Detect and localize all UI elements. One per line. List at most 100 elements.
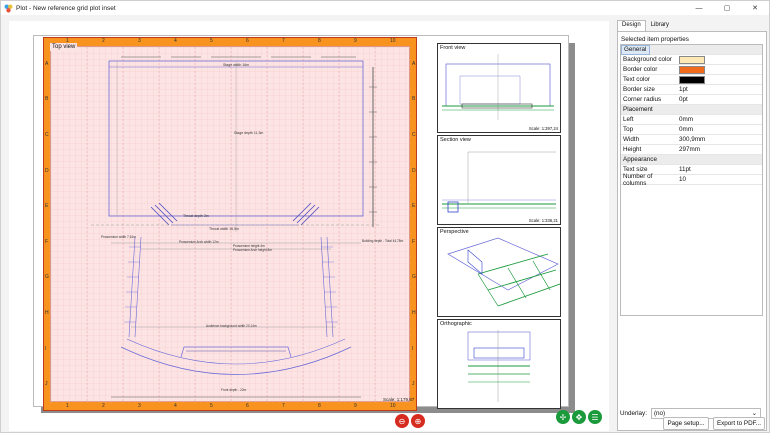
ruler-row-label: J (412, 381, 415, 388)
ruler-column-label: 9 (354, 38, 357, 44)
inset-section-view[interactable]: Section view Scale: 1:336,21 (437, 135, 561, 225)
zoom-out-button[interactable]: ⊖ (395, 414, 409, 428)
section-appearance[interactable]: Appearance (621, 155, 762, 165)
property-grid: General Background color Border color Te… (620, 44, 763, 316)
ruler-row-label: I (412, 345, 414, 352)
ruler-column-label: 2 (102, 38, 105, 44)
ruler-column-label: 3 (138, 403, 141, 409)
ruler-row-label: C (412, 132, 416, 138)
ruler-column-label: 3 (138, 38, 141, 44)
list-icon: ☰ (591, 412, 599, 422)
prop-border-color[interactable]: Border color (621, 65, 762, 75)
ruler-row-label: F (412, 238, 416, 245)
ruler-column-label: 9 (354, 403, 357, 409)
top-view-plot[interactable]: Stage width 16m Stage depth 11,3m Throat… (50, 46, 411, 403)
ruler-row-label: D (45, 167, 49, 174)
ruler-column-label: 5 (210, 38, 213, 44)
label-proscenium-width: Proscenium width 7,61m (101, 235, 136, 239)
orthographic-drawing (467, 330, 531, 402)
prop-corner-radius[interactable]: Corner radius 0pt (621, 95, 762, 105)
ruler-row-label: G (412, 274, 416, 281)
label-audience-width: Audience background width 20,14m (206, 324, 257, 328)
label-arch-height-2: Proscenium Arch height 8m (233, 248, 272, 252)
label-building-depth: Building depth - Total 44,78m (362, 239, 404, 243)
ruler-column-label: 8 (318, 38, 321, 44)
crosshair-icon: ✢ (559, 412, 567, 422)
prop-text-color[interactable]: Text color (621, 75, 762, 85)
zoom-in-button[interactable]: ⊕ (411, 414, 425, 428)
front-view-drawing (442, 54, 554, 120)
export-pdf-button[interactable]: Export to PDF... (713, 417, 765, 430)
prop-number-of-columns[interactable]: Number of columns 10 (621, 173, 762, 187)
top-view-drawing (51, 47, 411, 403)
ruler-column-label: 4 (174, 38, 177, 44)
close-button[interactable]: ✕ (741, 1, 769, 15)
app-icon (4, 4, 13, 12)
ruler-row-label: F (45, 238, 49, 245)
ruler-column-label: 8 (318, 403, 321, 409)
label-front-depth: Front depth - 22m (221, 388, 247, 392)
inset-scale: Scale: 1:336,21 (528, 218, 558, 223)
label-throat-width: Throat width 16,5m (209, 227, 239, 231)
ruler-row-label: E (412, 203, 416, 210)
zoom-in-icon: ⊕ (414, 416, 422, 426)
ruler-row-label: B (45, 96, 49, 103)
prop-top[interactable]: Top 0mm (621, 125, 762, 135)
prop-left[interactable]: Left 0mm (621, 115, 762, 125)
maximize-button[interactable]: ▢ (713, 1, 741, 15)
ruler-column-label: 2 (102, 403, 105, 409)
prop-height[interactable]: Height 297mm (621, 145, 762, 155)
perspective-drawing (447, 237, 560, 307)
ruler-row-label: D (412, 167, 416, 174)
ruler-row-label: I (45, 345, 47, 352)
minimize-button[interactable]: — (685, 1, 713, 15)
move-icon: ✥ (575, 412, 583, 422)
main-view-scale: Scale: 1:179,87 (383, 397, 415, 402)
move-inset-button[interactable]: ✥ (572, 410, 586, 424)
ruler-row-label: B (412, 96, 416, 103)
section-view-drawing (442, 151, 556, 213)
label-arch-width: Proscenium Arch width 12m (179, 240, 219, 244)
underlay-label: Underlay: (620, 410, 647, 417)
ruler-row-label: C (45, 132, 49, 138)
design-tab-body: Selected item properties General Backgro… (617, 31, 767, 431)
ruler-column-label: 6 (246, 38, 249, 44)
prop-border-size[interactable]: Border size 1pt (621, 85, 762, 95)
section-general[interactable]: General (621, 44, 762, 55)
plot-window: Plot - New reference grid plot inset — ▢… (0, 0, 770, 433)
border-color-swatch[interactable] (679, 65, 705, 74)
chevron-down-icon: ⌄ (751, 410, 757, 417)
label-stage-depth: Stage depth 11,3m (234, 131, 264, 135)
ruler-row-label: A (412, 60, 416, 67)
ruler-column-label: 10 (390, 38, 396, 44)
inset-perspective[interactable]: Perspective (437, 227, 561, 317)
window-title: Plot - New reference grid plot inset (16, 4, 116, 12)
ruler-column-label: 6 (246, 403, 249, 409)
label-stage-width: Stage width 16m (223, 63, 250, 67)
section-placement[interactable]: Placement (621, 105, 762, 115)
properties-panel: Design Library Selected item properties … (616, 19, 768, 431)
properties-title: Selected item properties (621, 36, 689, 43)
background-color-swatch[interactable] (679, 55, 705, 64)
ruler-column-label: 4 (174, 403, 177, 409)
ruler-row-label: E (45, 203, 49, 210)
inset-orthographic[interactable]: Orthographic (437, 319, 561, 409)
prop-background-color[interactable]: Background color (621, 55, 762, 65)
add-inset-button[interactable]: ✢ (556, 410, 570, 424)
label-throat-depth: Throat depth 3m (183, 214, 209, 218)
ruler-row-label: J (45, 381, 48, 388)
title-bar: Plot - New reference grid plot inset — ▢… (1, 1, 769, 15)
page-setup-button[interactable]: Page setup... (663, 417, 709, 430)
main-view-title: Top view (50, 43, 78, 51)
ruler-row-label: H (412, 310, 416, 316)
inset-front-view[interactable]: Front view Scale: 1:397,24 (437, 43, 561, 133)
ruler-column-label: 1 (66, 403, 69, 409)
prop-width[interactable]: Width 300,9mm (621, 135, 762, 145)
text-color-swatch[interactable] (679, 75, 705, 84)
zoom-out-icon: ⊖ (398, 416, 406, 426)
ruler-row-label: H (45, 310, 49, 316)
ruler-row-label: A (45, 60, 49, 67)
ruler-column-label: 7 (282, 403, 285, 409)
list-button[interactable]: ☰ (588, 410, 602, 424)
inset-scale: Scale: 1:397,24 (528, 126, 558, 131)
